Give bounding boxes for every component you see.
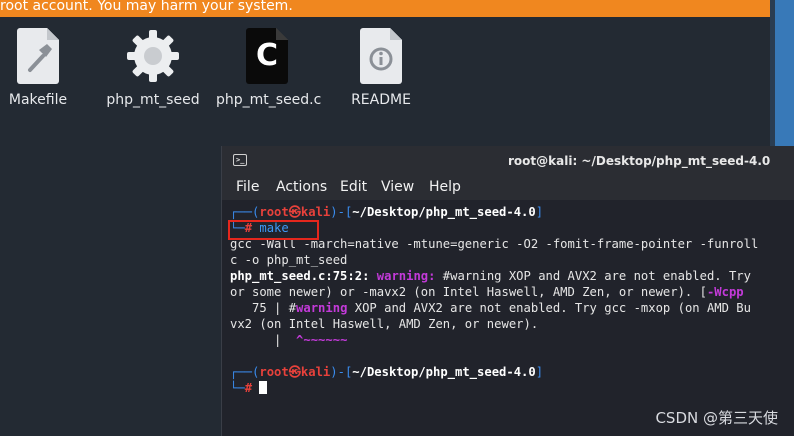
gear-icon [125, 28, 181, 84]
caret-line: | ^~~~~~~ [230, 333, 348, 347]
desktop-icon-php-mt-seed[interactable]: php_mt_seed [106, 28, 200, 108]
prompt-line: ┌──(root㉿kali)-[~/Desktop/php_mt_seed-4.… [230, 365, 544, 379]
warning-line: or some newer) or -mavx2 (on Intel Haswe… [230, 285, 744, 299]
terminal-titlebar[interactable]: >_ root@kali: ~/Desktop/php_mt_seed-4.0 [222, 146, 794, 178]
menu-edit[interactable]: Edit [340, 179, 367, 195]
prompt-line: ┌──(root㉿kali)-[~/Desktop/php_mt_seed-4.… [230, 205, 544, 219]
root-warning-bar: root account. You may harm your system. [0, 0, 770, 17]
desktop-icon-label: php_mt_seed [106, 92, 200, 108]
c-source-icon: C [246, 28, 288, 84]
warning-source-line: 75 | #warning XOP and AVX2 are not enabl… [230, 301, 751, 315]
desktop-icon-label: README [351, 92, 411, 108]
terminal-title: root@kali: ~/Desktop/php_mt_seed-4.0 [508, 154, 771, 168]
watermark: CSDN @第三天使 [655, 409, 778, 427]
terminal-menubar: File Actions Edit View Help [222, 178, 794, 200]
desktop-icon-makefile[interactable]: Makefile [8, 28, 68, 108]
warning-line: php_mt_seed.c:75:2: warning: #warning XO… [230, 269, 751, 283]
readme-icon [360, 28, 402, 84]
annotation-highlight-box [228, 220, 319, 240]
makefile-icon [17, 28, 59, 84]
output-line: vx2 (on Intel Haswell, AMD Zen, or newer… [230, 317, 539, 331]
terminal-icon: >_ [233, 154, 247, 166]
terminal-window[interactable]: >_ root@kali: ~/Desktop/php_mt_seed-4.0 … [221, 146, 794, 436]
desktop-icon-label: php_mt_seed.c [216, 92, 322, 108]
root-warning-text: root account. You may harm your system. [0, 0, 293, 14]
desktop-icon-label: Makefile [8, 92, 68, 108]
menu-file[interactable]: File [236, 179, 259, 195]
background-window-edge [775, 0, 794, 146]
menu-help[interactable]: Help [429, 179, 461, 195]
menu-view[interactable]: View [381, 179, 414, 195]
text-cursor [259, 381, 268, 394]
input-line[interactable]: └─# [230, 380, 794, 396]
output-line: c -o php_mt_seed [230, 253, 348, 267]
menu-actions[interactable]: Actions [276, 179, 327, 195]
desktop-icon-php-mt-seed-c[interactable]: C php_mt_seed.c [216, 28, 322, 108]
desktop-icon-readme[interactable]: README [346, 28, 416, 108]
